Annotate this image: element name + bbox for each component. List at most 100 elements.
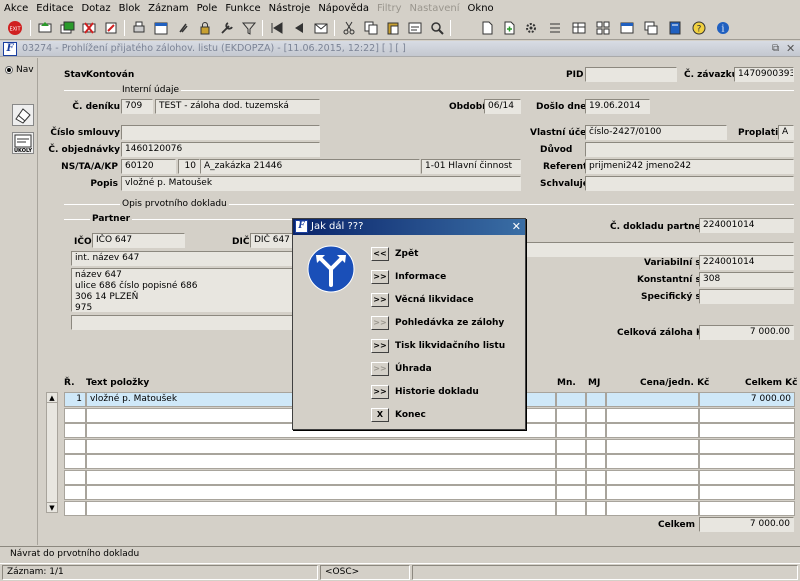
list-icon[interactable] bbox=[546, 19, 564, 37]
int-nazev-field[interactable]: int. název 647 bbox=[71, 251, 294, 266]
cell-mn[interactable] bbox=[556, 407, 586, 423]
cell-r[interactable] bbox=[64, 500, 86, 516]
cell-mj[interactable] bbox=[586, 392, 606, 407]
cell-celkem[interactable] bbox=[699, 485, 795, 500]
cell-cena[interactable] bbox=[606, 392, 699, 407]
c-deniku-code-field[interactable]: 709 bbox=[121, 99, 153, 114]
address-field[interactable]: název 647 ulice 686 číslo popisné 686 30… bbox=[71, 268, 294, 312]
edit-icon[interactable] bbox=[406, 19, 424, 37]
cell-r[interactable] bbox=[64, 423, 86, 438]
cell-mj[interactable] bbox=[586, 454, 606, 469]
cell-mn[interactable] bbox=[556, 423, 586, 438]
cell-r[interactable] bbox=[64, 407, 86, 423]
menu-item-7[interactable]: Nástroje bbox=[265, 0, 315, 16]
cell-mn[interactable] bbox=[556, 454, 586, 469]
cell-text[interactable] bbox=[86, 469, 556, 485]
dialog-button-3[interactable]: >> bbox=[371, 316, 389, 330]
variabilni-field[interactable]: 224001014 bbox=[699, 255, 794, 270]
menu-item-10[interactable]: Nastavení bbox=[405, 0, 463, 16]
dialog-button-label-0[interactable]: Zpět bbox=[395, 249, 418, 259]
menu-item-2[interactable]: Dotaz bbox=[77, 0, 114, 16]
cell-celkem[interactable] bbox=[699, 454, 795, 469]
table-row[interactable] bbox=[64, 485, 798, 500]
menu-item-11[interactable]: Okno bbox=[464, 0, 498, 16]
referent-field[interactable]: prijmeni242 jmeno242 bbox=[585, 159, 794, 174]
dialog-button-label-3[interactable]: Pohledávka ze zálohy bbox=[395, 318, 504, 328]
close-window-icon[interactable]: ✕ bbox=[786, 42, 795, 55]
ico-field[interactable]: IČO 647 bbox=[92, 233, 185, 248]
document-icon[interactable] bbox=[478, 19, 496, 37]
cell-mn[interactable] bbox=[556, 500, 586, 516]
filter-icon[interactable] bbox=[240, 19, 258, 37]
clear-record-icon[interactable] bbox=[102, 19, 120, 37]
scroll-down-icon[interactable]: ▼ bbox=[47, 502, 57, 512]
delete-record-icon[interactable] bbox=[80, 19, 98, 37]
cell-mj[interactable] bbox=[586, 423, 606, 438]
nav-radio[interactable] bbox=[5, 66, 13, 74]
dialog-button-1[interactable]: >> bbox=[371, 270, 389, 284]
print-icon[interactable] bbox=[130, 19, 148, 37]
cell-mj[interactable] bbox=[586, 485, 606, 500]
dialog-button-2[interactable]: >> bbox=[371, 293, 389, 307]
first-record-icon[interactable] bbox=[268, 19, 286, 37]
cell-text[interactable] bbox=[86, 485, 556, 500]
duvod-field[interactable] bbox=[585, 142, 794, 157]
cell-text[interactable] bbox=[86, 438, 556, 454]
settings-icon[interactable] bbox=[522, 19, 540, 37]
celkova-zaloha-field[interactable]: 7 000.00 bbox=[699, 325, 794, 340]
cell-r[interactable] bbox=[64, 438, 86, 454]
cell-cena[interactable] bbox=[606, 438, 699, 454]
partner-extra-field[interactable] bbox=[71, 315, 294, 330]
cell-celkem[interactable] bbox=[699, 407, 795, 423]
table-row[interactable] bbox=[64, 438, 798, 454]
dialog-button-4[interactable]: >> bbox=[371, 339, 389, 353]
cell-mn[interactable] bbox=[556, 485, 586, 500]
mail-icon[interactable] bbox=[312, 19, 330, 37]
cell-celkem[interactable] bbox=[699, 423, 795, 438]
cell-cena[interactable] bbox=[606, 500, 699, 516]
table-row[interactable] bbox=[64, 454, 798, 469]
obdobi-field[interactable]: 06/14 bbox=[484, 99, 521, 114]
menu-item-9[interactable]: Filtry bbox=[373, 0, 406, 16]
paste-icon[interactable] bbox=[384, 19, 402, 37]
info-icon[interactable]: i bbox=[714, 19, 732, 37]
previous-record-icon[interactable] bbox=[290, 19, 308, 37]
dialog-close-icon[interactable]: ✕ bbox=[512, 219, 521, 235]
dialog-button-label-7[interactable]: Konec bbox=[395, 410, 426, 420]
dialog-button-label-4[interactable]: Tisk likvidačního listu bbox=[395, 341, 505, 351]
c-deniku-name-field[interactable]: TEST - záloha dod. tuzemská bbox=[155, 99, 320, 114]
calendar-icon[interactable] bbox=[152, 19, 170, 37]
copy-icon[interactable] bbox=[362, 19, 380, 37]
cell-mn[interactable] bbox=[556, 469, 586, 485]
help-icon[interactable]: ? bbox=[690, 19, 708, 37]
cell-mn[interactable] bbox=[556, 392, 586, 407]
konstantni-field[interactable]: 308 bbox=[699, 272, 794, 287]
cell-cena[interactable] bbox=[606, 454, 699, 469]
dialog-button-label-5[interactable]: Úhrada bbox=[395, 364, 432, 374]
dialog-button-label-2[interactable]: Věcná likvidace bbox=[395, 295, 474, 305]
c-zavazku-field[interactable]: 1470900393 bbox=[734, 67, 794, 82]
dialog-button-0[interactable]: << bbox=[371, 247, 389, 261]
dialog-button-7[interactable]: X bbox=[371, 408, 389, 422]
cell-mj[interactable] bbox=[586, 438, 606, 454]
menu-item-3[interactable]: Blok bbox=[115, 0, 145, 16]
cell-cena[interactable] bbox=[606, 423, 699, 438]
specificky-field[interactable] bbox=[699, 289, 794, 304]
cell-mj[interactable] bbox=[586, 500, 606, 516]
window-icon[interactable] bbox=[618, 19, 636, 37]
tile-icon[interactable] bbox=[594, 19, 612, 37]
cell-r[interactable] bbox=[64, 469, 86, 485]
scroll-up-icon[interactable]: ▲ bbox=[47, 393, 57, 403]
doslo-field[interactable]: 19.06.2014 bbox=[585, 99, 650, 114]
ta-field[interactable]: 10 bbox=[178, 159, 200, 174]
dialog-button-6[interactable]: >> bbox=[371, 385, 389, 399]
insert-record-icon[interactable] bbox=[36, 19, 54, 37]
a-field[interactable]: A_zakázka 21446 bbox=[200, 159, 420, 174]
table-row[interactable] bbox=[64, 500, 798, 516]
dialog-button-5[interactable]: >> bbox=[371, 362, 389, 376]
book-icon[interactable] bbox=[666, 19, 684, 37]
cell-cena[interactable] bbox=[606, 485, 699, 500]
celkem-field[interactable]: 7 000.00 bbox=[699, 517, 794, 532]
cell-mn[interactable] bbox=[556, 438, 586, 454]
cell-r[interactable]: 1 bbox=[64, 392, 86, 407]
